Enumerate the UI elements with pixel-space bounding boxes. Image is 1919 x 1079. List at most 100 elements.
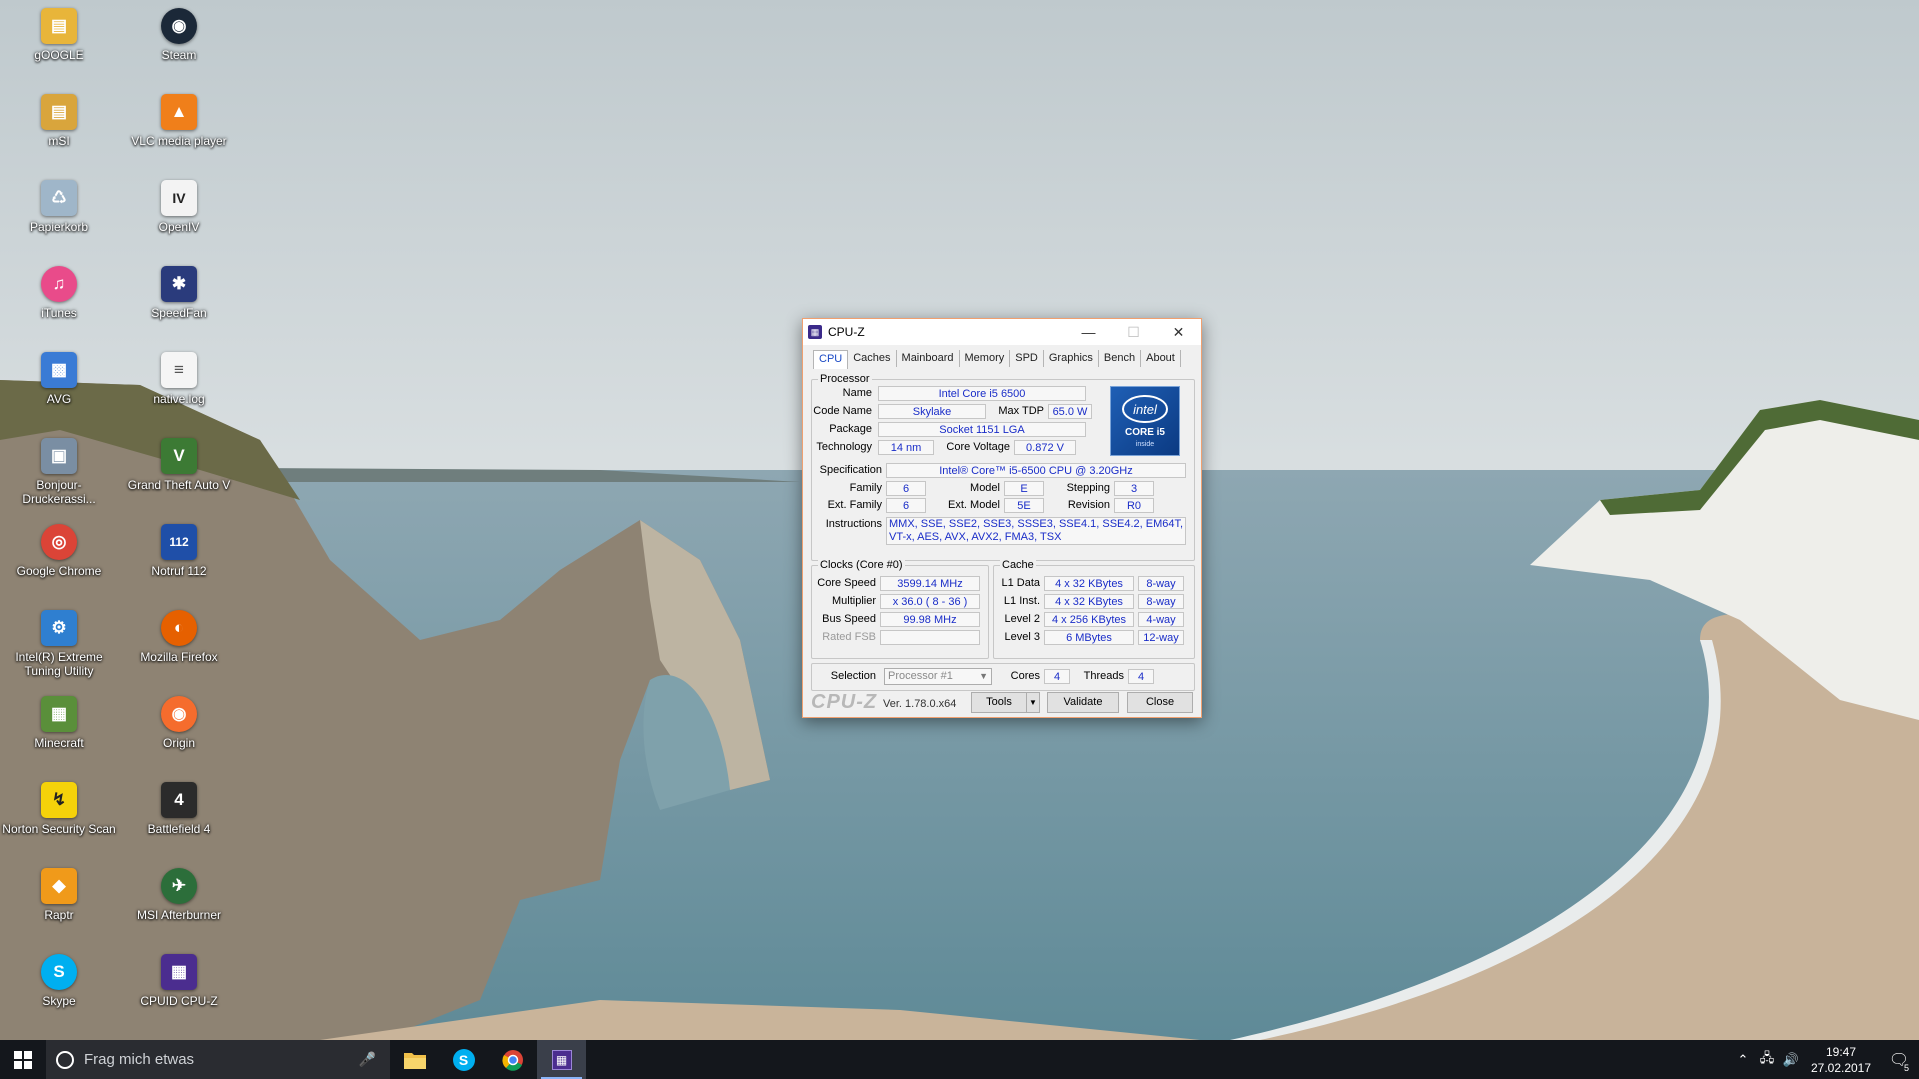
desktop-icon-afterburner[interactable]: ✈ MSI Afterburner (121, 862, 237, 946)
tools-dropdown-button[interactable]: ▼ (1026, 692, 1040, 713)
group-title: Processor (818, 373, 872, 385)
microphone-icon[interactable]: 🎤 (359, 1051, 376, 1068)
recycle-bin-icon: ♺ (41, 180, 77, 216)
tab-graphics[interactable]: Graphics (1044, 350, 1099, 367)
tab-memory[interactable]: Memory (960, 350, 1011, 367)
tab-spd[interactable]: SPD (1010, 350, 1044, 367)
desktop-icon-chrome[interactable]: ◎ Google Chrome (1, 518, 117, 602)
group-title: Clocks (Core #0) (818, 559, 905, 571)
search-placeholder: Frag mich etwas (84, 1051, 195, 1068)
tools-button[interactable]: Tools (971, 692, 1027, 713)
desktop-icon-bonjour[interactable]: ▣ Bonjour-Druckerassi... (1, 432, 117, 516)
selection-label: Selection (830, 670, 876, 682)
taskbar-cpuz[interactable]: ▦ (537, 1040, 586, 1079)
desktop-icon-itunes[interactable]: ♫ iTunes (1, 260, 117, 344)
code-name-label: Code Name (813, 405, 872, 417)
clocks-group: Clocks (Core #0) Core Speed 3599.14 MHz … (811, 559, 989, 659)
core-speed-value: 3599.14 MHz (880, 576, 980, 591)
desktop-icon-label: SpeedFan (151, 306, 207, 320)
stepping-value: 3 (1114, 481, 1154, 496)
desktop-icon-native-log[interactable]: ≡ native.log (121, 346, 237, 430)
network-icon[interactable]: 🖧 (1755, 1049, 1779, 1071)
ext-model-value: 5E (1004, 498, 1044, 513)
desktop-icon-steam[interactable]: ◉ Steam (121, 2, 237, 86)
desktop-icon-cpuz[interactable]: ▦ CPUID CPU-Z (121, 948, 237, 1032)
package-label: Package (829, 423, 872, 435)
core-voltage-label: Core Voltage (946, 441, 1010, 453)
threads-label: Threads (1083, 670, 1124, 682)
chevron-up-icon[interactable]: ⌃ (1731, 1052, 1755, 1068)
cores-label: Cores (1010, 670, 1040, 682)
close-button[interactable]: Close (1127, 692, 1193, 713)
tab-caches[interactable]: Caches (848, 350, 897, 367)
tab-about[interactable]: About (1141, 350, 1181, 367)
taskbar-skype[interactable]: S (439, 1040, 488, 1079)
desktop-icon-vlc[interactable]: ▲ VLC media player (121, 88, 237, 172)
validate-button[interactable]: Validate (1047, 692, 1119, 713)
intel-inside-text: inside (1136, 441, 1154, 448)
desktop-icon-label: VLC media player (131, 134, 227, 148)
desktop-icon-label: gOOGLE (34, 48, 84, 62)
desktop-icon-google[interactable]: ▤ gOOGLE (1, 2, 117, 86)
l1-data-label: L1 Data (1001, 577, 1040, 589)
cpuz-window[interactable]: ▦ CPU-Z — ☐ ✕ CPU Caches Mainboard Memor… (802, 318, 1202, 718)
chrome-icon: ◎ (41, 524, 77, 560)
desktop-icon-raptr[interactable]: ◆ Raptr (1, 862, 117, 946)
desktop-icon-speedfan[interactable]: ✱ SpeedFan (121, 260, 237, 344)
fan-icon: ✱ (161, 266, 197, 302)
start-button[interactable] (0, 1040, 46, 1079)
gta-icon: V (161, 438, 197, 474)
desktop-icon-label: Bonjour-Druckerassi... (22, 478, 96, 506)
core-speed-label: Core Speed (817, 577, 876, 589)
afterburner-icon: ✈ (161, 868, 197, 904)
avg-icon: ▩ (41, 352, 77, 388)
taskbar-chrome[interactable] (488, 1040, 537, 1079)
rated-fsb-label: Rated FSB (822, 631, 876, 643)
tab-mainboard[interactable]: Mainboard (897, 350, 960, 367)
firefox-icon: ◐ (161, 610, 197, 646)
skype-icon: S (41, 954, 77, 990)
maximize-button[interactable]: ☐ (1111, 319, 1156, 345)
cpuz-chip-icon: ▦ (551, 1049, 572, 1070)
desktop-icon-minecraft[interactable]: ▦ Minecraft (1, 690, 117, 774)
desktop-icon-intel-xtu[interactable]: ⚙ Intel(R) Extreme Tuning Utility (1, 604, 117, 688)
clock[interactable]: 19:47 27.02.2017 (1809, 1044, 1873, 1076)
ext-model-label: Ext. Model (948, 499, 1000, 511)
desktop-icon-recycle-bin[interactable]: ♺ Papierkorb (1, 174, 117, 258)
gear-icon: ⚙ (41, 610, 77, 646)
cortana-search-box[interactable]: Frag mich etwas 🎤 (46, 1040, 390, 1079)
desktop-icon-label: Mozilla Firefox (140, 650, 218, 664)
tab-cpu[interactable]: CPU (813, 350, 849, 369)
l1-data-value: 4 x 32 KBytes (1044, 576, 1134, 591)
minimize-button[interactable]: — (1066, 319, 1111, 345)
desktop-icon-label: mSI (48, 134, 70, 148)
desktop-icon-origin[interactable]: ◉ Origin (121, 690, 237, 774)
taskbar: Frag mich etwas 🎤 S ▦ ⌃ 🖧 🔊 19:47 27.02.… (0, 1040, 1919, 1079)
cache-group: Cache L1 Data 4 x 32 KBytes 8-way L1 Ins… (993, 559, 1195, 659)
intel-core-i5-logo: intel CORE i5 inside (1110, 386, 1180, 456)
cpuz-titlebar[interactable]: ▦ CPU-Z — ☐ ✕ (803, 319, 1201, 345)
desktop-icon-msi[interactable]: ▤ mSI (1, 88, 117, 172)
desktop-icon-norton[interactable]: ↯ Norton Security Scan (1, 776, 117, 860)
intel-brand-text: intel (1133, 402, 1158, 417)
action-center-button[interactable]: 🗨 5 (1879, 1040, 1919, 1079)
origin-icon: ◉ (161, 696, 197, 732)
model-value: E (1004, 481, 1044, 496)
desktop-icon-gta-v[interactable]: V Grand Theft Auto V (121, 432, 237, 516)
technology-label: Technology (816, 441, 872, 453)
desktop-icon-openiv[interactable]: IV OpenIV (121, 174, 237, 258)
tab-bench[interactable]: Bench (1099, 350, 1142, 367)
close-window-button[interactable]: ✕ (1156, 319, 1201, 345)
desktop-icon-notruf[interactable]: 112 Notruf 112 (121, 518, 237, 602)
window-title: CPU-Z (828, 325, 865, 339)
processor-select[interactable]: Processor #1 ▼ (884, 668, 992, 685)
taskbar-file-explorer[interactable] (390, 1040, 439, 1079)
desktop-icon-avg[interactable]: ▩ AVG (1, 346, 117, 430)
folder-icon: ▤ (41, 94, 77, 130)
desktop-icon-label: Papierkorb (29, 220, 89, 234)
desktop-icon-firefox[interactable]: ◐ Mozilla Firefox (121, 604, 237, 688)
max-tdp-value: 65.0 W (1048, 404, 1092, 419)
desktop-icon-battlefield[interactable]: 4 Battlefield 4 (121, 776, 237, 860)
desktop-icon-skype[interactable]: S Skype (1, 948, 117, 1032)
speaker-icon[interactable]: 🔊 (1779, 1052, 1803, 1068)
